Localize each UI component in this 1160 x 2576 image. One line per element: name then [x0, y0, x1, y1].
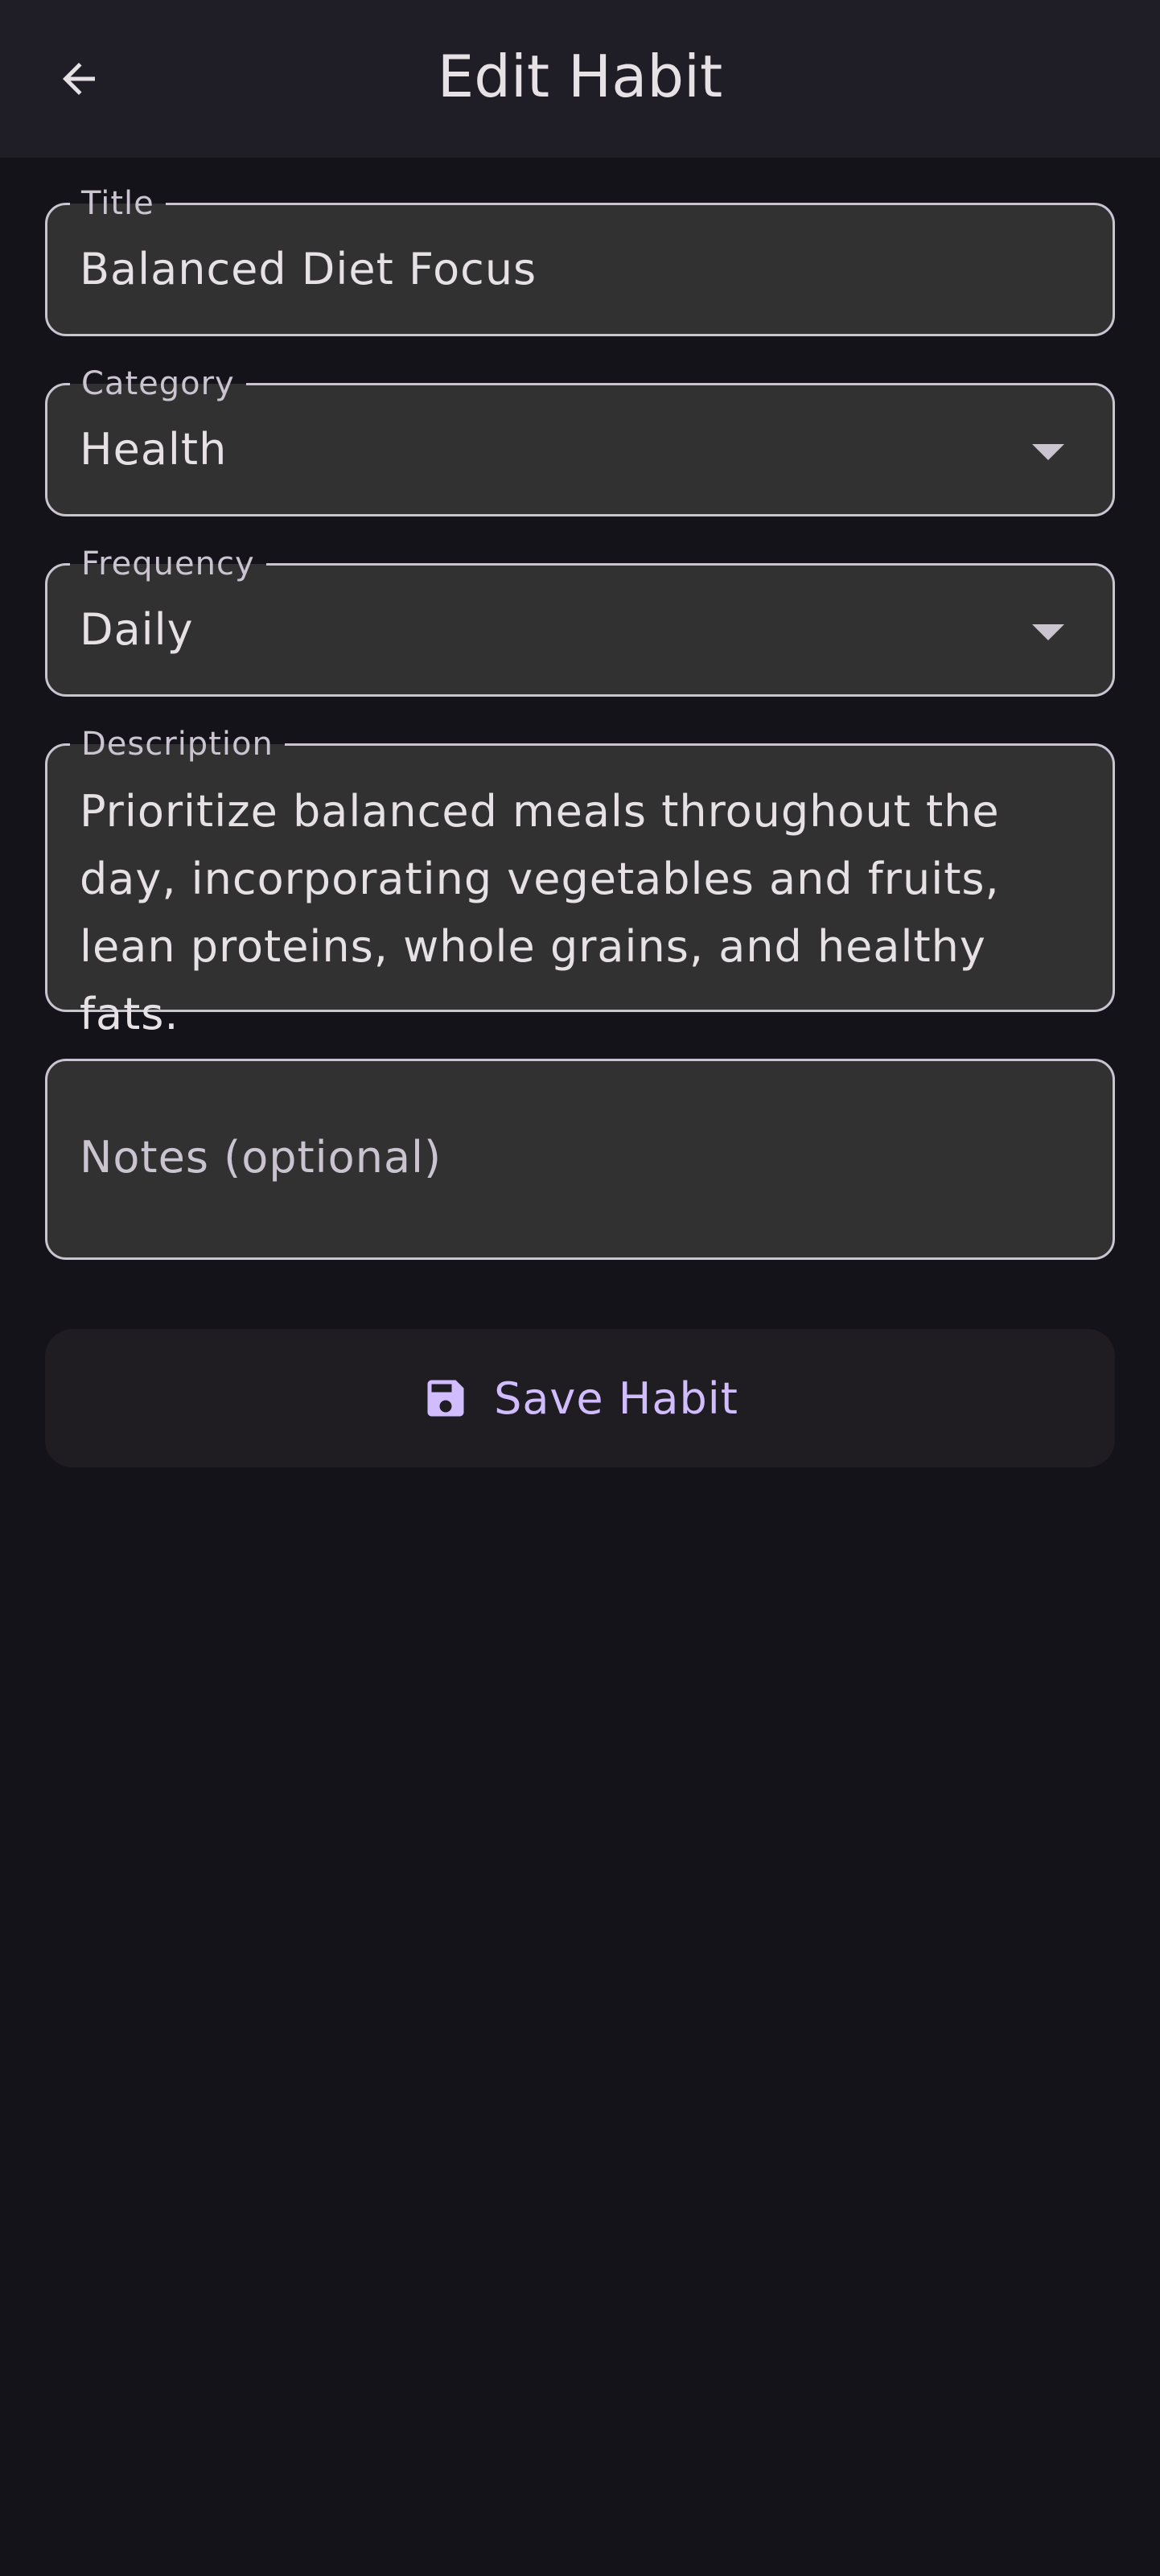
- dropdown-arrow-icon[interactable]: [1032, 444, 1064, 460]
- save-habit-label: Save Habit: [494, 1372, 738, 1424]
- frequency-dropdown[interactable]: Frequency Daily: [45, 545, 1115, 697]
- dropdown-arrow-icon[interactable]: [1032, 624, 1064, 640]
- arrow-back-icon: [63, 63, 95, 95]
- frequency-dropdown-label: Frequency: [70, 545, 266, 583]
- save-icon: [427, 1380, 464, 1417]
- description-field-label: Description: [70, 725, 285, 763]
- category-dropdown[interactable]: Category Health: [45, 364, 1115, 516]
- page-title: Edit Habit: [437, 43, 723, 110]
- notes-field[interactable]: Notes (optional): [45, 1059, 1115, 1260]
- category-dropdown-label: Category: [70, 364, 246, 403]
- title-field-label: Title: [70, 184, 166, 223]
- category-dropdown-value[interactable]: Health: [80, 424, 227, 475]
- frequency-dropdown-value[interactable]: Daily: [80, 604, 194, 655]
- title-field-value[interactable]: Balanced Diet Focus: [80, 244, 537, 294]
- description-field-value[interactable]: Prioritize balanced meals throughout the…: [80, 778, 1064, 1048]
- save-habit-button[interactable]: Save Habit: [45, 1329, 1115, 1467]
- description-field[interactable]: Description Prioritize balanced meals th…: [45, 725, 1115, 1039]
- back-button[interactable]: [31, 34, 127, 124]
- title-field[interactable]: Title Balanced Diet Focus: [45, 184, 1115, 336]
- notes-field-placeholder[interactable]: Notes (optional): [80, 1132, 442, 1183]
- app-bar: Edit Habit: [0, 0, 1160, 158]
